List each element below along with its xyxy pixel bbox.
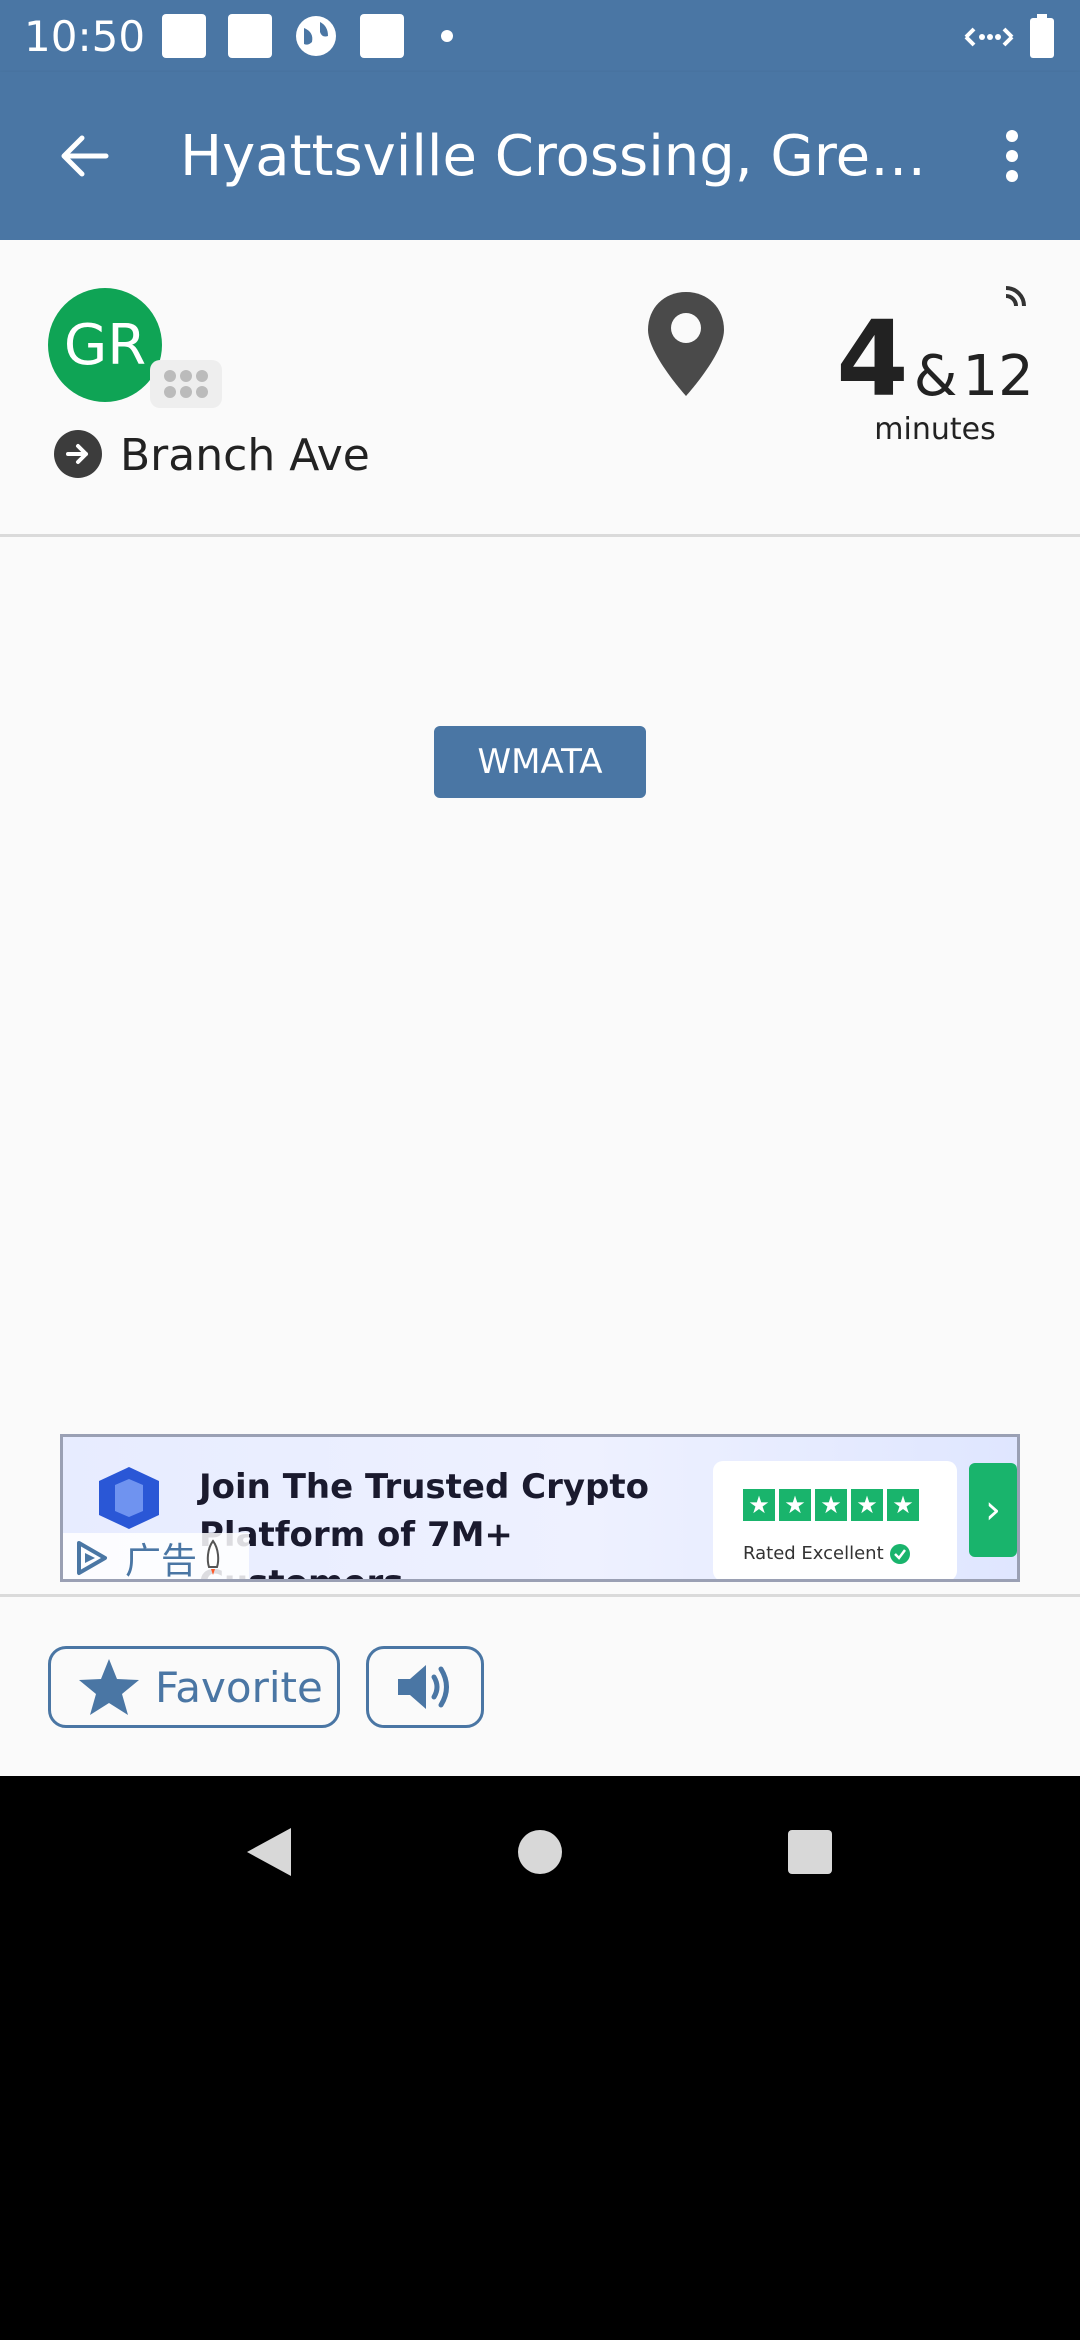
page-title: Hyattsville Crossing, Gree... [180, 124, 930, 189]
dot-icon [440, 28, 454, 47]
battery-icon [1030, 14, 1054, 62]
rocket-icon [206, 1539, 220, 1575]
favorite-button[interactable]: Favorite [48, 1646, 340, 1728]
star-icon [79, 1659, 139, 1715]
star-icon: ★ [851, 1489, 883, 1521]
check-circle-icon [890, 1544, 911, 1564]
nav-back-button[interactable] [228, 1812, 308, 1892]
globe-icon [294, 14, 338, 62]
ad-badge[interactable]: 广告 [63, 1533, 249, 1582]
back-button[interactable] [36, 116, 132, 196]
ad-logo-icon [89, 1463, 169, 1537]
star-icon: ★ [779, 1489, 811, 1521]
rating-label-text: Rated Excellent [743, 1543, 884, 1564]
arrival-times: 4 & 12 minutes [830, 298, 1040, 447]
circle-home-icon [518, 1830, 562, 1874]
status-bar: 10:50 [0, 0, 1080, 72]
speaker-icon [398, 1665, 449, 1709]
route-badge: GR [48, 288, 162, 402]
favorite-label: Favorite [155, 1662, 323, 1712]
nav-recents-button[interactable] [770, 1812, 850, 1892]
app-bar: Hyattsville Crossing, Gree... [0, 72, 1080, 240]
nav-home-button[interactable] [500, 1812, 580, 1892]
divider [0, 1594, 1080, 1597]
notification-icon [360, 14, 404, 62]
triangle-back-icon [247, 1828, 291, 1876]
notification-icon [228, 14, 272, 62]
direction-destination: Branch Ave [120, 430, 370, 481]
first-arrival: 4 [836, 298, 909, 420]
blank-area [0, 1920, 1080, 2340]
screen: 10:50 Hyattsville Crossing, Gree... GR B… [0, 0, 1080, 2340]
star-icon: ★ [815, 1489, 847, 1521]
square-recents-icon [788, 1830, 832, 1874]
star-icon: ★ [887, 1489, 919, 1521]
ad-headline: Join The Trusted Crypto Platform of 7M+ … [199, 1467, 649, 1579]
data-signal-icon [962, 20, 1016, 58]
prediction-row[interactable]: GR Branch Ave 4 & 12 minutes [0, 240, 1080, 537]
ad-rating-label: Rated Excellent [743, 1543, 911, 1565]
arrow-right-circle-icon [54, 430, 102, 478]
back-arrow-icon [61, 135, 109, 177]
ad-label: 广告 [125, 1541, 198, 1582]
train-cars-icon [150, 360, 222, 408]
more-vert-icon [1006, 130, 1018, 182]
wmata-button[interactable]: WMATA [434, 726, 646, 798]
star-icon: ★ [743, 1489, 775, 1521]
speak-button[interactable] [366, 1646, 484, 1728]
second-arrival: 12 [962, 344, 1034, 409]
system-nav-bar [0, 1776, 1080, 1920]
location-pin-icon[interactable] [646, 288, 726, 404]
time-separator: & [913, 344, 958, 409]
ad-banner[interactable]: Join The Trusted Crypto Platform of 7M+ … [60, 1434, 1020, 1582]
notification-icon [162, 14, 206, 62]
more-options-button[interactable] [984, 116, 1040, 196]
ad-rating-stars: ★ ★ ★ ★ ★ [743, 1489, 919, 1521]
chevron-right-icon[interactable]: › [969, 1463, 1017, 1557]
adchoices-icon [77, 1541, 107, 1575]
ad-rating-card: ★ ★ ★ ★ ★ Rated Excellent [713, 1461, 957, 1579]
status-time: 10:50 [24, 12, 146, 61]
